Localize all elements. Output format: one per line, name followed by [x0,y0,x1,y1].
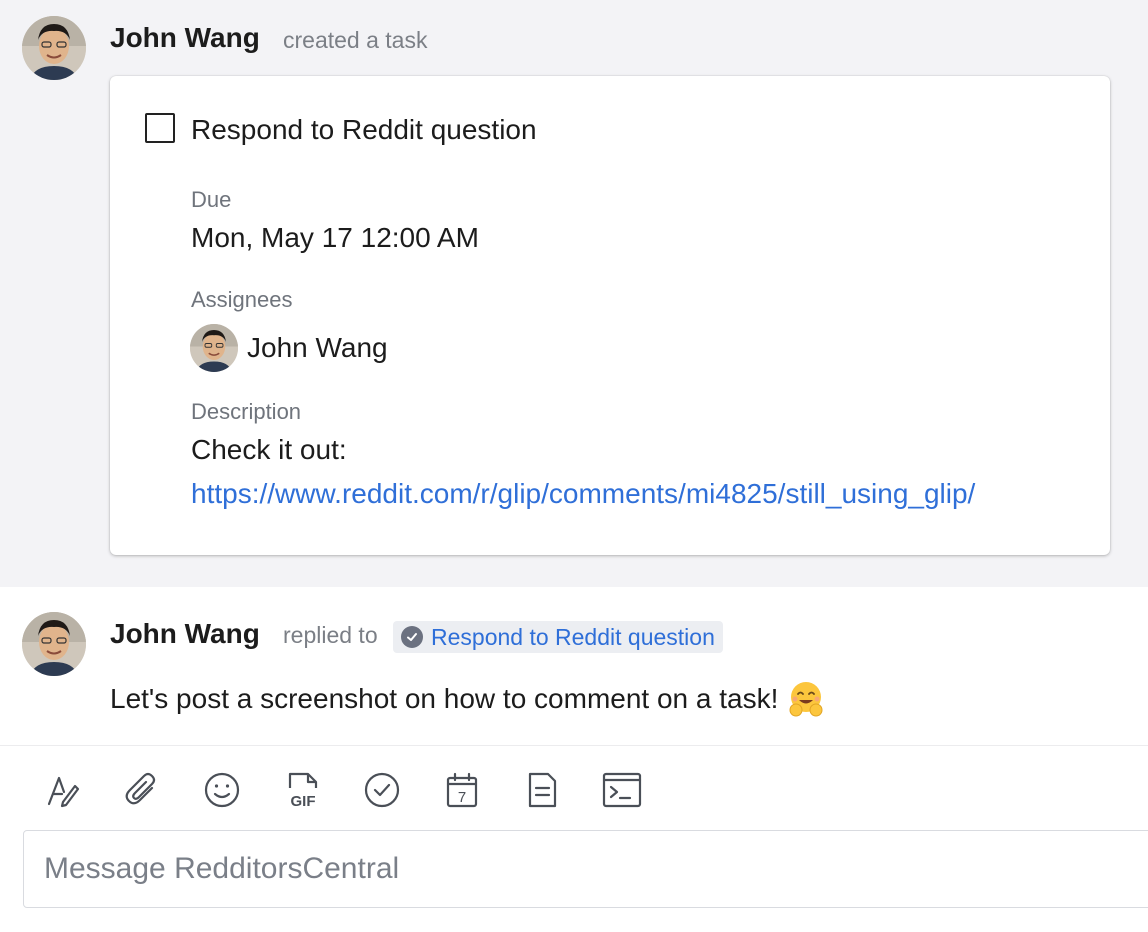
description-text: Check it out: [191,434,347,465]
format-text-icon[interactable] [40,768,84,812]
post-task-created: John Wang created a task Respond to Redd… [0,0,1148,587]
avatar[interactable] [22,612,86,676]
message-composer: GIF 7 [0,745,1148,932]
attach-file-icon[interactable] [120,768,164,812]
gif-icon[interactable]: GIF [280,768,324,812]
conversation-view: John Wang created a task Respond to Redd… [0,0,1148,932]
note-icon[interactable] [520,768,564,812]
emoji-icon[interactable] [200,768,244,812]
due-value: Mon, May 17 12:00 AM [191,222,479,253]
post-author[interactable]: John Wang [110,22,260,54]
assignees-label: Assignees [191,287,293,312]
avatar[interactable] [22,16,86,80]
avatar-photo [190,324,238,372]
description-label: Description [191,399,302,424]
check-circle-icon [401,626,423,648]
assignee-avatar[interactable] [190,324,238,372]
post-action: replied to [283,622,378,648]
message-body: Let's post a screenshot on how to commen… [110,679,826,719]
reply-target-label: Respond to Reddit question [431,623,715,650]
hugging-face-emoji [786,679,826,719]
reply-target-chip[interactable]: Respond to Reddit question [393,621,723,653]
task-complete-checkbox[interactable] [145,113,175,143]
description-link[interactable]: https://www.reddit.com/r/glip/comments/m… [191,478,975,510]
task-title[interactable]: Respond to Reddit question [191,114,537,146]
calendar-day: 7 [458,789,466,806]
task-icon[interactable] [360,768,404,812]
gif-label: GIF [291,793,316,810]
assignee-name[interactable]: John Wang [247,332,388,364]
event-calendar-icon[interactable]: 7 [440,768,484,812]
task-card[interactable]: Respond to Reddit question Due Mon, May … [110,76,1110,555]
post-author[interactable]: John Wang [110,618,260,650]
message-input[interactable] [23,830,1148,908]
code-snippet-icon[interactable] [600,768,644,812]
post-action: created a task [283,27,428,53]
avatar-photo [22,16,86,80]
avatar-photo [22,612,86,676]
due-label: Due [191,187,232,212]
message-text: Let's post a screenshot on how to commen… [110,683,779,714]
